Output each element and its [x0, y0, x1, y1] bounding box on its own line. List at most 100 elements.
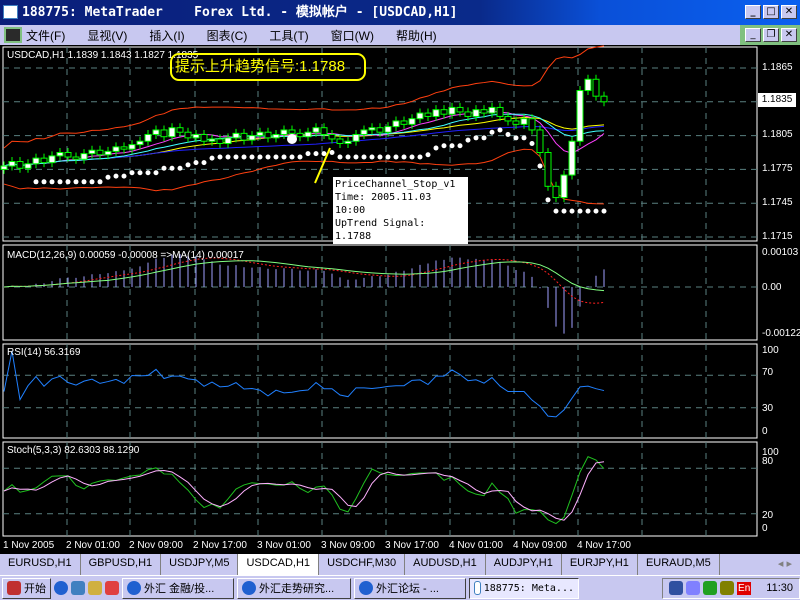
stop-dot: [289, 154, 295, 160]
stop-dot: [193, 160, 199, 166]
menu-file[interactable]: 文件(F): [26, 27, 65, 44]
stop-dot: [473, 135, 479, 141]
menu-help[interactable]: 帮助(H): [396, 27, 437, 44]
tab-scroll-arrows[interactable]: ◂ ▸: [770, 554, 800, 575]
candle-body: [384, 126, 392, 133]
chart-area[interactable]: USDCAD,H1 1.1839 1.1843 1.1827 1.1835 提示…: [0, 45, 800, 554]
candle-body: [352, 133, 360, 142]
stop-dot: [457, 143, 463, 149]
stop-dot: [329, 150, 335, 156]
candle-body: [464, 111, 472, 117]
ie-icon: [359, 581, 373, 595]
child-minimize-button[interactable]: _: [745, 28, 761, 42]
stop-dot: [217, 154, 223, 160]
price-axis-label: 1.1805: [762, 129, 793, 140]
start-button[interactable]: 开始: [2, 577, 51, 599]
stop-dot: [305, 151, 311, 157]
chart-window-icon[interactable]: [4, 27, 22, 43]
time-axis-label: 3 Nov 01:00: [257, 540, 311, 551]
candle-body: [296, 132, 304, 138]
stoch-header: Stoch(5,3,3) 82.6303 88.1290: [7, 445, 140, 456]
candle-body: [576, 90, 584, 142]
candle-body: [224, 137, 232, 144]
ie-quicklaunch-icon[interactable]: [54, 581, 68, 595]
taskbar-item[interactable]: 外汇走势研究...: [237, 577, 351, 599]
stop-dot: [529, 140, 535, 146]
stop-dot: [169, 165, 175, 171]
stop-dot: [489, 129, 495, 135]
maximize-button[interactable]: □: [763, 5, 779, 19]
candle-body: [216, 138, 224, 144]
stop-dot: [201, 160, 207, 166]
uptrend-signal-label: 提示上升趋势信号:1.1788: [170, 53, 366, 81]
network-icon[interactable]: [669, 581, 684, 595]
notepad-quicklaunch-icon[interactable]: [88, 581, 102, 595]
child-close-button[interactable]: ✕: [781, 28, 797, 42]
menu-insert[interactable]: 插入(I): [149, 27, 184, 44]
minimize-button[interactable]: _: [745, 5, 761, 19]
metatrader-icon: [474, 581, 481, 595]
time-axis-label: 3 Nov 17:00: [385, 540, 439, 551]
candle-body: [240, 132, 248, 141]
price-axis-label: 1.1865: [762, 62, 793, 73]
tab-usdjpy[interactable]: USDJPY,M5: [161, 554, 239, 575]
stop-dot: [241, 154, 247, 160]
stop-dot: [145, 170, 151, 176]
candle-body: [0, 165, 8, 170]
stop-dot: [561, 208, 567, 214]
tab-usdcad[interactable]: USDCAD,H1: [238, 554, 320, 575]
close-button[interactable]: ✕: [781, 5, 797, 19]
stop-dot: [377, 154, 383, 160]
candle-body: [448, 106, 456, 115]
candle-body: [568, 140, 576, 176]
stop-dot: [153, 170, 159, 176]
candle-body: [440, 109, 448, 115]
candle-body: [40, 157, 48, 164]
candle-body: [392, 120, 400, 128]
tab-usdchf[interactable]: USDCHF,M30: [319, 554, 406, 575]
taskbar-item-metatrader[interactable]: 188775: Meta...: [469, 577, 579, 599]
stop-dot: [449, 143, 455, 149]
menu-view[interactable]: 显视(V): [87, 27, 127, 44]
ie-icon: [242, 581, 256, 595]
taskbar-item-label: 外汇论坛 - ...: [376, 583, 439, 595]
tab-eurusd[interactable]: EURUSD,H1: [0, 554, 81, 575]
taskbar-item[interactable]: 外汇论坛 - ...: [354, 577, 466, 599]
rsi-header: RSI(14) 56.3169: [7, 347, 81, 358]
stop-dot: [513, 135, 519, 141]
system-tray: En 11:30: [662, 577, 800, 599]
candle-body: [248, 135, 256, 141]
taskbar-item[interactable]: 外汇 金融/投...: [122, 577, 234, 599]
child-restore-button[interactable]: ❐: [763, 28, 779, 42]
language-indicator[interactable]: En: [737, 581, 752, 595]
candle-body: [496, 106, 504, 117]
shield-icon[interactable]: [686, 581, 701, 595]
time-axis-label: 2 Nov 09:00: [129, 540, 183, 551]
macd-axis-label: -0.00122: [762, 328, 800, 339]
tab-eurjpy[interactable]: EURJPY,H1: [562, 554, 638, 575]
stop-dot: [393, 154, 399, 160]
tab-audjpy[interactable]: AUDJPY,H1: [486, 554, 562, 575]
candle-body: [320, 127, 328, 135]
tab-gbpusd[interactable]: GBPUSD,H1: [81, 554, 162, 575]
candle-body: [152, 129, 160, 135]
tab-euraud[interactable]: EURAUD,M5: [638, 554, 720, 575]
stop-dot: [385, 154, 391, 160]
tab-audusd[interactable]: AUDUSD,H1: [405, 554, 486, 575]
computers-icon[interactable]: [720, 581, 735, 595]
candle-body: [184, 131, 192, 139]
candle-body: [128, 144, 136, 150]
macd-header: MACD(12,26,9) 0.00059 -0.00008 =>MA(14) …: [7, 250, 244, 261]
candle-body: [424, 112, 432, 117]
outlook-quicklaunch-icon[interactable]: [71, 581, 85, 595]
stop-dot: [497, 127, 503, 133]
candle-body: [192, 133, 200, 139]
stop-dot: [593, 208, 599, 214]
menu-tools[interactable]: 工具(T): [269, 27, 308, 44]
menu-window[interactable]: 窗口(W): [331, 27, 374, 44]
signal-dot: [287, 133, 297, 144]
search-quicklaunch-icon[interactable]: [105, 581, 119, 595]
metatrader-app-icon: [3, 5, 18, 19]
umbrella-icon[interactable]: [703, 581, 718, 595]
menu-charts[interactable]: 图表(C): [207, 27, 248, 44]
